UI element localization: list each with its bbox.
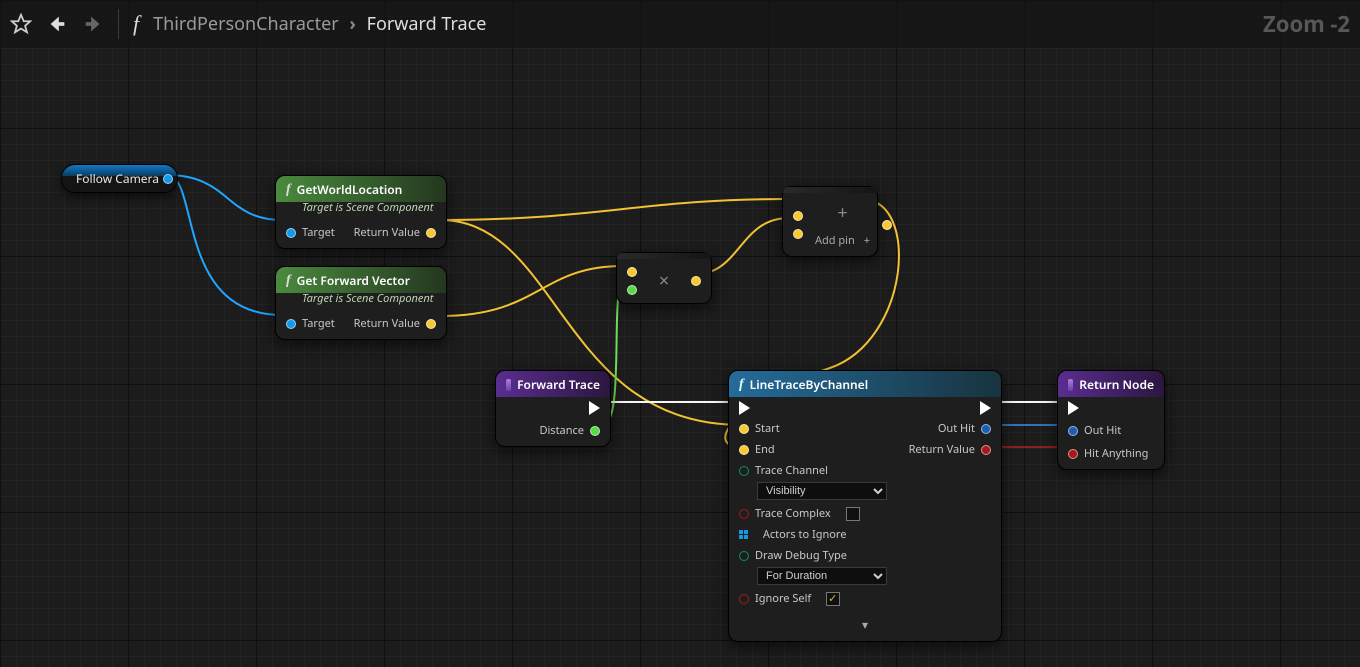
pin-target[interactable]: Target — [286, 316, 335, 331]
pin-return-value[interactable]: Return Value — [354, 316, 436, 331]
plus-icon: + — [831, 201, 853, 225]
expand-node-icon[interactable]: ▾ — [739, 612, 991, 633]
node-header[interactable]: Return Node — [1058, 371, 1164, 397]
pin-exec-in[interactable] — [1068, 401, 1148, 415]
pin-draw-debug-type[interactable]: Draw Debug Type — [739, 548, 887, 563]
pin-start[interactable]: Start — [739, 421, 780, 436]
node-title: LineTraceByChannel — [750, 376, 868, 393]
forward-button[interactable] — [82, 13, 104, 35]
breadcrumb-current: Forward Trace — [367, 12, 487, 36]
pin-output-object[interactable] — [163, 174, 173, 184]
node-forward-trace[interactable]: Forward Trace Distance — [495, 370, 611, 447]
chevron-right-icon: › — [349, 12, 356, 36]
breadcrumb-parent[interactable]: ThirdPersonCharacter — [153, 12, 339, 36]
wire-layer — [0, 0, 1360, 667]
pin-b[interactable] — [627, 285, 637, 295]
graph-canvas[interactable]: Follow Camera f GetWorldLocation Target … — [0, 0, 1360, 667]
node-label: Follow Camera — [76, 170, 159, 187]
pin-a[interactable] — [793, 211, 803, 221]
node-add[interactable]: + Add pin + — [782, 186, 878, 257]
function-icon: f — [133, 11, 139, 37]
pin-end[interactable]: End — [739, 442, 775, 457]
trace-channel-select[interactable]: Visibility — [757, 482, 887, 500]
node-multiply[interactable]: × — [616, 252, 712, 304]
breadcrumb: ThirdPersonCharacter › Forward Trace — [153, 12, 486, 36]
node-title: Get Forward Vector — [297, 272, 410, 289]
node-return[interactable]: Return Node Out Hit Hit Anything — [1057, 370, 1165, 470]
node-title: Return Node — [1079, 376, 1154, 393]
function-icon: f — [739, 377, 744, 393]
pin-actors-to-ignore[interactable]: Actors to Ignore — [739, 527, 846, 542]
ignore-self-checkbox[interactable] — [826, 592, 840, 606]
node-header[interactable]: Forward Trace — [496, 371, 610, 397]
draw-debug-select[interactable]: For Duration — [757, 567, 887, 585]
node-get-forward-vector[interactable]: f Get Forward Vector Target is Scene Com… — [275, 266, 447, 340]
pin-out-hit[interactable]: Out Hit — [938, 421, 991, 436]
node-header[interactable]: f Get Forward Vector — [276, 267, 446, 293]
function-result-icon — [1068, 379, 1073, 391]
multiply-icon: × — [653, 269, 675, 293]
node-subtitle: Target is Scene Component — [276, 291, 446, 312]
back-button[interactable] — [46, 13, 68, 35]
pin-exec-out[interactable] — [980, 401, 991, 415]
pin-exec-out[interactable] — [589, 401, 600, 415]
pin-a[interactable] — [627, 267, 637, 277]
pin-target[interactable]: Target — [286, 225, 335, 240]
pin-out[interactable] — [691, 276, 701, 286]
pin-ignore-self[interactable]: Ignore Self — [739, 591, 840, 606]
pin-trace-channel[interactable]: Trace Channel — [739, 463, 887, 478]
toolbar-divider — [118, 9, 119, 39]
pin-out[interactable] — [882, 220, 892, 230]
function-entry-icon — [506, 379, 511, 391]
node-get-world-location[interactable]: f GetWorldLocation Target is Scene Compo… — [275, 175, 447, 249]
pin-exec-in[interactable] — [739, 401, 750, 415]
favorite-star-icon[interactable] — [10, 13, 32, 35]
pin-out-hit[interactable]: Out Hit — [1068, 423, 1148, 438]
pin-return-value[interactable]: Return Value — [354, 225, 436, 240]
add-pin-button[interactable]: Add pin + — [815, 233, 870, 248]
node-title: Forward Trace — [517, 376, 600, 393]
function-icon: f — [286, 182, 291, 198]
pin-hit-anything[interactable]: Hit Anything — [1068, 446, 1148, 461]
trace-complex-checkbox[interactable] — [846, 507, 860, 521]
pin-distance[interactable]: Distance — [539, 423, 600, 438]
array-icon — [739, 530, 748, 539]
function-icon: f — [286, 273, 291, 289]
pin-trace-complex[interactable]: Trace Complex — [739, 506, 860, 521]
node-title: GetWorldLocation — [297, 181, 403, 198]
node-header[interactable]: f LineTraceByChannel — [729, 371, 1001, 397]
node-header[interactable]: f GetWorldLocation — [276, 176, 446, 202]
node-follow-camera[interactable]: Follow Camera — [61, 164, 178, 193]
pin-b[interactable] — [793, 229, 803, 239]
pin-return-value[interactable]: Return Value — [909, 442, 991, 457]
toolbar: f ThirdPersonCharacter › Forward Trace Z… — [0, 0, 1360, 48]
node-line-trace-by-channel[interactable]: f LineTraceByChannel Start Out Hit End R… — [728, 370, 1002, 642]
zoom-indicator: Zoom -2 — [1263, 9, 1350, 39]
node-subtitle: Target is Scene Component — [276, 200, 446, 221]
